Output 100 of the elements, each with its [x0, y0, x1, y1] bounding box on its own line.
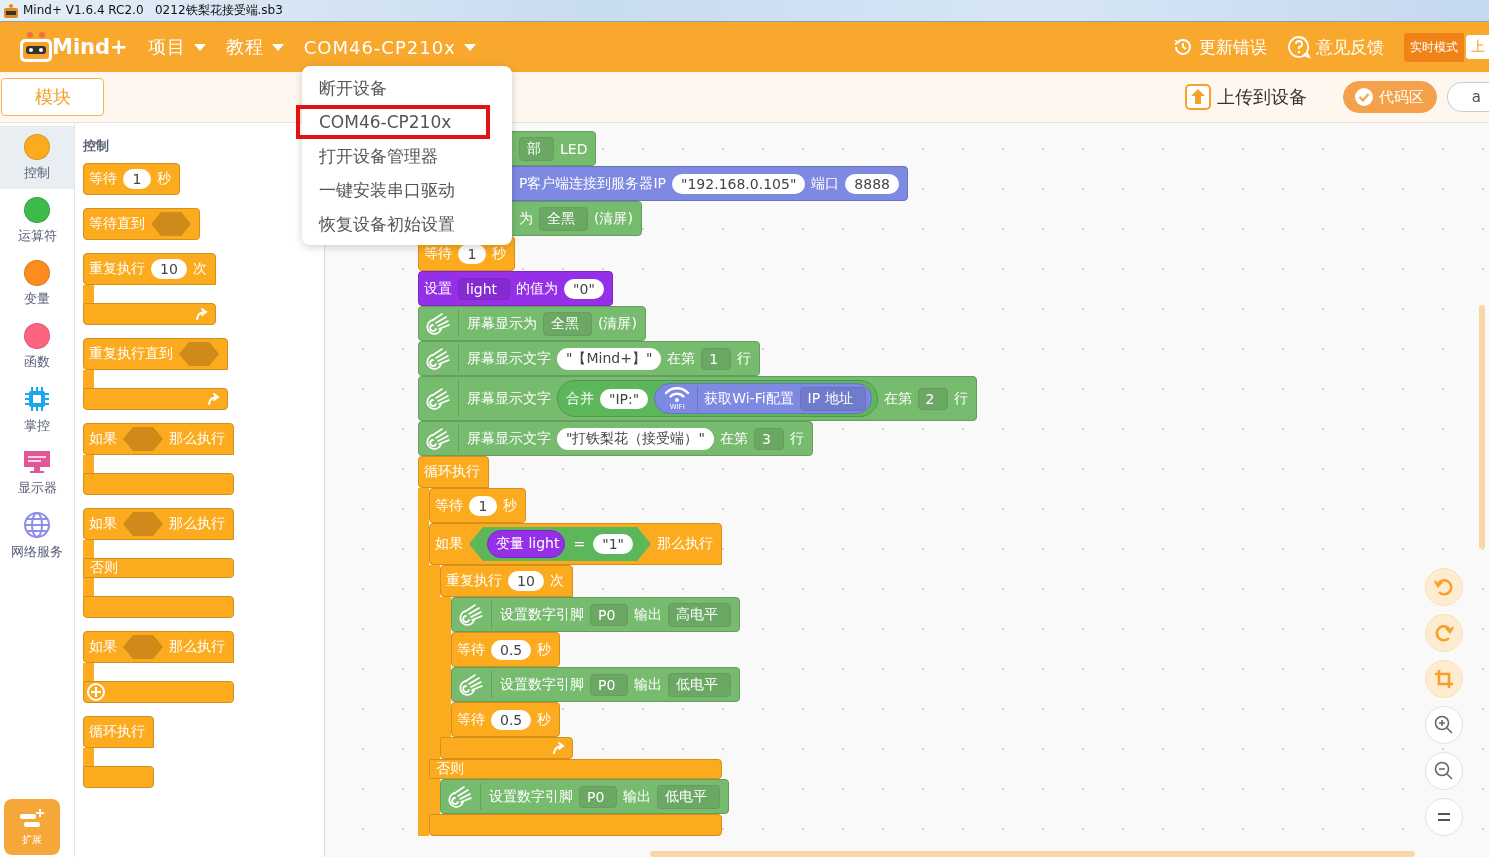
code-block[interactable]: 等待 1 秒	[429, 488, 526, 523]
value-field[interactable]: "打铁梨花（接受端）"	[557, 427, 714, 450]
block-label: 否则	[90, 559, 118, 577]
value-field[interactable]: "192.168.0.105"	[672, 173, 806, 194]
history-icon	[1172, 36, 1194, 58]
dropdown[interactable]: IP 地址	[799, 386, 866, 411]
block-label: 端口	[811, 174, 840, 193]
equals-icon	[1436, 812, 1452, 822]
block-label: 如果	[89, 638, 117, 656]
value-field[interactable]: 1	[469, 495, 497, 516]
robot-icon	[18, 30, 54, 64]
chip-icon	[23, 384, 51, 413]
toolbar-button[interactable]: a	[1446, 82, 1489, 112]
boolean-slot[interactable]	[151, 212, 191, 236]
category-item[interactable]: 显示器	[0, 441, 74, 504]
boolean-slot[interactable]	[123, 427, 163, 451]
value-field[interactable]: "IP:"	[600, 388, 649, 409]
zoom-in-icon	[1433, 714, 1455, 736]
block-label: 屏幕显示文字	[467, 389, 551, 408]
menu-item[interactable]: COM46-CP210x	[296, 105, 490, 139]
code-block[interactable]: 等待 0.5 秒	[451, 702, 561, 737]
code-block[interactable]: 屏幕显示文字 "打铁梨花（接受端）" 在第 3 行	[418, 421, 813, 456]
block-label: 如果	[435, 535, 463, 553]
category-item[interactable]: 变量	[0, 252, 74, 315]
block-label: 获取Wi-Fi配置	[704, 389, 794, 408]
block-label: P客户端连接到服务器IP	[519, 174, 666, 193]
value-field[interactable]: 1	[458, 243, 486, 264]
upload-button[interactable]: 上传到设备	[1184, 84, 1307, 110]
menu-item[interactable]: 断开设备	[302, 71, 512, 105]
value-field[interactable]: "1"	[593, 534, 633, 554]
block-label: 重复执行直到	[89, 345, 173, 363]
comet-icon	[424, 386, 450, 411]
boolean-slot[interactable]	[123, 635, 163, 659]
comet-icon	[446, 784, 472, 809]
block-label: 等待	[457, 710, 485, 729]
reporter-block[interactable]: 变量 light	[487, 530, 566, 558]
block-label: 等待直到	[89, 215, 145, 233]
help-icon	[1287, 35, 1311, 59]
block-label: 设置	[424, 279, 452, 298]
block-label: 循环执行	[89, 723, 145, 741]
comet-icon	[424, 426, 450, 451]
block-label: 秒	[492, 244, 506, 263]
value-field[interactable]: "0"	[564, 278, 604, 299]
value-field[interactable]: 0.5	[491, 709, 532, 730]
undo-button[interactable]	[1425, 568, 1463, 606]
c-block-top[interactable]: 重复执行 10 次	[83, 253, 216, 285]
block-label: 那么执行	[169, 638, 225, 656]
block-label: 等待	[435, 496, 463, 515]
boolean-slot[interactable]	[123, 512, 163, 536]
block-label: 那么执行	[169, 515, 225, 533]
category-item[interactable]: 控制	[0, 126, 74, 189]
block-label: 等待	[89, 170, 117, 188]
zoom-out-button[interactable]	[1425, 752, 1463, 790]
category-item[interactable]: 运算符	[0, 189, 74, 252]
boolean-slot[interactable]	[179, 342, 219, 366]
value-field[interactable]: "【Mind+】"	[557, 347, 662, 370]
block-label: (清屏)	[594, 209, 633, 228]
value-field[interactable]: 1	[123, 169, 151, 189]
check-icon	[1353, 87, 1374, 107]
block-label: 的值为	[516, 279, 559, 298]
robot-icon	[3, 2, 19, 19]
block-label: 秒	[503, 496, 517, 515]
crop-button[interactable]	[1425, 660, 1463, 698]
block-label: 否则	[436, 760, 464, 778]
plus-icon[interactable]	[86, 682, 106, 702]
category-item[interactable]: 掌控	[0, 378, 74, 441]
c-block-top[interactable]: 如果 变量 light = "1" 那么执行	[429, 523, 722, 565]
redo-button[interactable]	[1425, 614, 1463, 652]
crop-icon	[1433, 668, 1455, 690]
block-label: 等待	[457, 640, 485, 659]
globe-icon	[23, 510, 51, 539]
value-field[interactable]: 10	[151, 259, 187, 279]
value-field[interactable]: 10	[508, 571, 544, 591]
c-block-arm	[83, 455, 94, 473]
value-field[interactable]: 8888	[845, 173, 899, 194]
value-field[interactable]: 0.5	[491, 639, 532, 660]
category-item[interactable]: 函数	[0, 315, 74, 378]
code-block[interactable]: 等待 0.5 秒	[451, 632, 561, 667]
monitor-icon	[23, 448, 51, 475]
block-label: 行	[789, 429, 804, 448]
dropdown[interactable]: light	[458, 277, 511, 300]
block-label: 在第	[719, 429, 748, 448]
code-block[interactable]: 等待 1 秒	[83, 163, 180, 195]
scrollbar[interactable]	[650, 851, 1415, 857]
block-label: 输出	[634, 605, 663, 624]
comet-icon	[424, 311, 450, 336]
reset-zoom-button[interactable]	[1425, 798, 1463, 836]
zoom-in-button[interactable]	[1425, 706, 1463, 744]
zoom-out-icon	[1433, 760, 1455, 782]
block-label: 设置数字引脚	[489, 787, 573, 806]
condition-block[interactable]: 变量 light = "1"	[469, 527, 651, 561]
block-label: 如果	[89, 430, 117, 448]
block-label: 合并	[566, 389, 594, 408]
code-block[interactable]: 设置 light 的值为 "0"	[418, 271, 613, 306]
code-block[interactable]: 屏幕显示文字 "【Mind+】" 在第 1 行	[418, 341, 761, 376]
c-block-top[interactable]: 重复执行 10 次	[440, 565, 573, 597]
extension-icon	[18, 807, 46, 830]
block-label: 输出	[623, 787, 652, 806]
category-item[interactable]: 网络服务	[0, 504, 74, 567]
scrollbar[interactable]	[1479, 305, 1485, 549]
